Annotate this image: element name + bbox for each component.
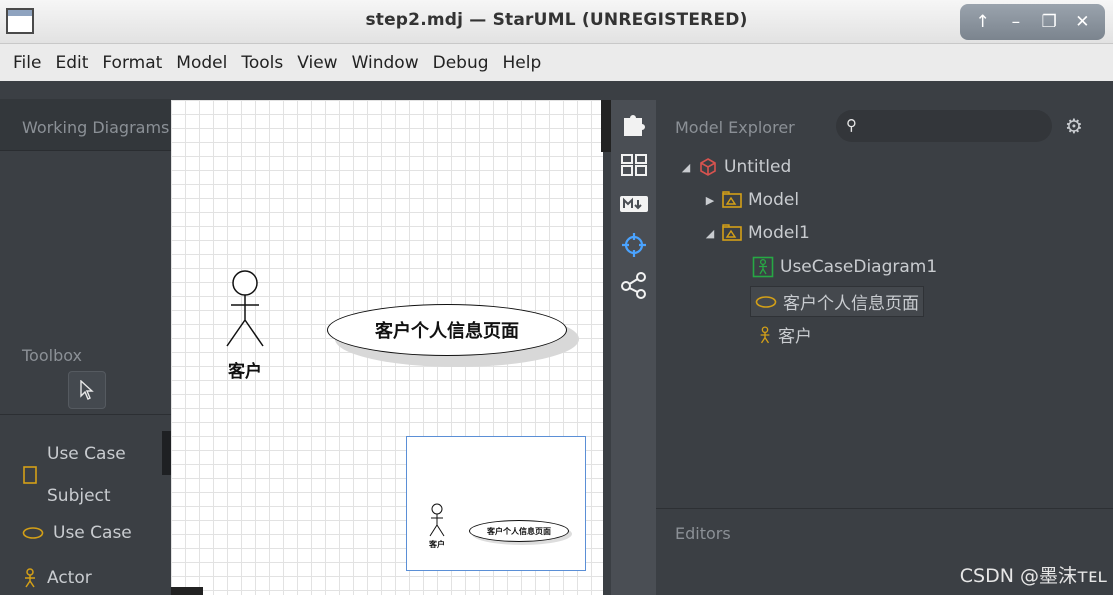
close-button[interactable]: ✕ (1070, 12, 1094, 32)
tree-item-label: 客户个人信息页面 (783, 294, 919, 314)
model-explorer-title: Model Explorer (675, 118, 795, 137)
diagram-canvas[interactable]: 客户 客户个人信息页面 客户 客户个人信息页面 (171, 100, 603, 595)
left-sidebar: Working Diagrams Toolbox Use Case Subjec… (0, 81, 171, 595)
keep-above-icon[interactable]: ↑ (971, 12, 995, 32)
puzzle-icon (623, 115, 645, 136)
menu-window[interactable]: Window (345, 53, 426, 73)
tree-item-label: Model (748, 190, 800, 210)
actor-label: 客户 (228, 362, 262, 382)
tree-item-actor[interactable]: 客户 (758, 322, 812, 347)
canvas-vertical-scrollbar[interactable] (601, 100, 611, 152)
select-tool-button[interactable] (68, 371, 106, 409)
actor-icon (25, 568, 35, 588)
cursor-icon (80, 380, 94, 400)
menu-format[interactable]: Format (95, 53, 169, 73)
usecase-diagram-icon (752, 256, 774, 278)
tree-item-label: Untitled (724, 157, 792, 177)
usecase-label: 客户个人信息页面 (375, 321, 519, 342)
toolbox-item-label: Actor (47, 568, 92, 588)
tree-item-untitled[interactable]: ◢ Untitled (680, 157, 791, 177)
toolbox-item-label: Use Case Subject (47, 444, 126, 506)
tree-item-label: Model1 (748, 223, 810, 243)
project-cube-icon (700, 158, 716, 176)
model-explorer-panel: Model Explorer ⚲ ⚙ ◢ Untitled ▶ Model ◢ … (656, 100, 1113, 508)
expanded-caret-icon[interactable]: ◢ (704, 227, 716, 240)
usecase-icon (755, 295, 777, 308)
menu-view[interactable]: View (290, 53, 344, 73)
tree-item-label: UseCaseDiagram1 (780, 257, 938, 277)
minimap-usecase-label: 客户个人信息页面 (487, 526, 551, 536)
share-button[interactable] (611, 271, 656, 299)
layout-button[interactable] (611, 153, 656, 177)
menu-tools[interactable]: Tools (234, 53, 290, 73)
menu-debug[interactable]: Debug (426, 53, 496, 73)
tree-item-model1[interactable]: ◢ Model1 (704, 223, 810, 243)
watermark: CSDN @墨沫ᴛᴇʟ (959, 565, 1107, 587)
toolbox-divider (0, 414, 171, 415)
markdown-icon (619, 196, 648, 212)
menu-help[interactable]: Help (496, 53, 549, 73)
toolbox-item-usecase-subject[interactable]: Use Case Subject (22, 433, 157, 517)
navigator-button[interactable] (611, 231, 656, 259)
minimap-actor (429, 503, 445, 537)
collapsed-caret-icon[interactable]: ▶ (704, 194, 716, 207)
menu-bar: File Edit Format Model Tools View Window… (0, 44, 1113, 81)
usecase-shape[interactable]: 客户个人信息页面 (327, 304, 567, 356)
subject-icon (23, 466, 37, 484)
share-icon (620, 272, 646, 299)
model-package-icon (722, 224, 742, 241)
title-bar: step2.mdj — StarUML (UNREGISTERED) ↑ – ❐… (0, 0, 1113, 44)
grid-layout-icon (620, 154, 647, 176)
markdown-button[interactable] (611, 194, 656, 214)
extensions-button[interactable] (611, 110, 656, 138)
crosshair-icon (621, 233, 646, 257)
expanded-caret-icon[interactable]: ◢ (680, 161, 692, 174)
toolbox-scrollbar[interactable] (162, 431, 171, 475)
tree-item-usecase-diagram[interactable]: UseCaseDiagram1 (752, 256, 937, 278)
tree-item-label: 客户 (778, 327, 812, 347)
model-package-icon (722, 191, 742, 208)
toolbox-item-label: Use Case (53, 523, 132, 543)
toolbox-title: Toolbox (22, 346, 82, 365)
menu-model[interactable]: Model (169, 53, 234, 73)
tree-item-model[interactable]: ▶ Model (704, 190, 799, 210)
minimap-usecase: 客户个人信息页面 (469, 520, 569, 542)
minimize-button[interactable]: – (1004, 12, 1028, 32)
diagram-minimap[interactable]: 客户 客户个人信息页面 (406, 436, 586, 571)
canvas-horizontal-scrollbar[interactable] (171, 587, 203, 595)
search-icon: ⚲ (846, 116, 857, 134)
menu-edit[interactable]: Edit (48, 53, 95, 73)
working-diagrams-title: Working Diagrams (22, 118, 170, 137)
maximize-button[interactable]: ❐ (1037, 12, 1061, 32)
editors-title: Editors (675, 524, 731, 543)
minimap-actor-label: 客户 (429, 540, 445, 549)
tree-item-usecase[interactable]: 客户个人信息页面 (750, 286, 924, 317)
toolbox-item-actor[interactable]: Actor (22, 568, 92, 588)
window-controls: ↑ – ❐ ✕ (960, 4, 1105, 40)
actor-shape[interactable] (221, 268, 269, 350)
menu-file[interactable]: File (6, 53, 48, 73)
side-toolbar (611, 100, 656, 595)
gear-icon[interactable]: ⚙ (1065, 114, 1083, 138)
actor-icon (760, 325, 770, 343)
model-explorer-search-input[interactable]: ⚲ (836, 110, 1052, 142)
toolbox-item-usecase[interactable]: Use Case (22, 523, 132, 543)
window-title: step2.mdj — StarUML (UNREGISTERED) (365, 10, 748, 30)
usecase-icon (22, 527, 44, 539)
